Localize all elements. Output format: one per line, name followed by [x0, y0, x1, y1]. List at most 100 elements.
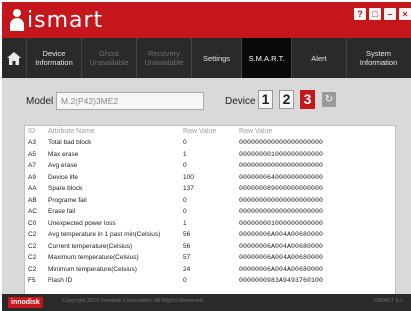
- cell-attribute-name: Unexpected power loss: [48, 219, 116, 227]
- smart-table[interactable]: ID Attribute Name Raw Value Raw Value A3…: [24, 125, 396, 295]
- restore-button[interactable]: □: [369, 8, 381, 20]
- cell-raw-value: 56: [183, 242, 191, 250]
- cell-id: C0: [28, 219, 37, 227]
- cell-raw-value: 1: [183, 150, 187, 158]
- cell-raw-hex: 000000089000000000000: [239, 185, 324, 193]
- cell-attribute-name: Current temperature(Celsius): [48, 242, 133, 250]
- table-header: ID Attribute Name Raw Value Raw Value: [25, 126, 395, 137]
- cell-id: A3: [28, 139, 36, 147]
- col-raw-value-hex: Raw Value: [239, 128, 273, 135]
- cell-raw-hex: 000000000000000000000: [239, 196, 324, 204]
- device-3-button[interactable]: 3: [300, 90, 315, 109]
- cell-id: AA: [28, 185, 37, 193]
- table-row[interactable]: AA Spare block 137 000000089000000000000: [25, 183, 395, 195]
- cell-raw-hex: 000000000000000000000: [239, 139, 324, 147]
- main-nav: Device Information Ghost Unavailable Rec…: [2, 38, 411, 78]
- cell-raw-value: 24: [183, 265, 191, 273]
- cell-id: A5: [28, 150, 36, 158]
- table-row[interactable]: C2 Avg temperature in 1 past min(Celsius)…: [25, 229, 395, 241]
- cell-raw-value: 0: [183, 196, 187, 204]
- cell-raw-hex: 000000000000000000000: [239, 162, 324, 170]
- cell-raw-value: 137: [183, 185, 194, 193]
- table-row[interactable]: AB Programe fail 0 000000000000000000000: [25, 195, 395, 207]
- tab-device-information[interactable]: Device Information: [26, 38, 81, 78]
- cell-id: A7: [28, 162, 36, 170]
- tab-recovery: Recovery Unavailable: [136, 38, 191, 78]
- cell-raw-hex: 000000064000000000000: [239, 173, 324, 181]
- cell-attribute-name: Avg temperature in 1 past min(Celsius): [48, 231, 161, 239]
- cell-raw-value: 1: [183, 219, 187, 227]
- refresh-icon: ↻: [324, 94, 334, 105]
- table-row[interactable]: A7 Avg erase 0 000000000000000000000: [25, 160, 395, 172]
- ismart-window: ismart ? □ – × Device Information Ghost …: [2, 2, 411, 311]
- footer: innodisk Copyright 2015 Innodisk Corpora…: [2, 294, 411, 311]
- minimize-button[interactable]: –: [384, 8, 396, 20]
- tab-alert[interactable]: Alert: [291, 38, 346, 78]
- cell-attribute-name: Minimum temperature(Celsius): [48, 265, 137, 273]
- title-bar: ismart ? □ – ×: [2, 2, 411, 38]
- cell-id: AC: [28, 208, 38, 216]
- home-icon: [7, 51, 21, 65]
- cell-raw-hex: 000000001000000000000: [239, 219, 324, 227]
- cell-raw-value: 57: [183, 254, 191, 262]
- cell-raw-hex: 00000006A004A00680000: [239, 254, 324, 262]
- cell-attribute-name: Spare block: [48, 185, 83, 193]
- copyright: Copyright 2015 Innodisk Corporation. All…: [62, 298, 205, 304]
- cell-attribute-name: Maximum temperature(Celsius): [48, 254, 139, 262]
- cell-id: F5: [28, 277, 36, 285]
- cell-id: C2: [28, 242, 37, 250]
- cell-attribute-name: Device life: [48, 173, 78, 181]
- cell-id: C2: [28, 265, 37, 273]
- device-1-button[interactable]: 1: [258, 90, 273, 109]
- innodisk-logo: innodisk: [8, 297, 43, 308]
- cell-raw-value: 0: [183, 139, 187, 147]
- cell-raw-value: 56: [183, 231, 191, 239]
- cell-raw-hex: 000000001000000000000: [239, 150, 324, 158]
- table-row[interactable]: AC Erase fail 0 000000000000000000000: [25, 206, 395, 218]
- col-attribute-name: Attribute Name: [48, 128, 95, 135]
- model-label: Model: [26, 96, 54, 107]
- device-2-button[interactable]: 2: [279, 90, 294, 109]
- cell-attribute-name: Avg erase: [48, 162, 78, 170]
- cell-id: A9: [28, 173, 36, 181]
- help-button[interactable]: ?: [354, 8, 366, 20]
- cell-attribute-name: Erase fail: [48, 208, 76, 216]
- cell-raw-value: 0: [183, 208, 187, 216]
- cell-raw-hex: 00000006A004A00680000: [239, 231, 324, 239]
- cell-raw-value: 100: [183, 173, 194, 181]
- cell-raw-hex: 00000006A004A00680000: [239, 242, 324, 250]
- tab-system-information[interactable]: System Information: [346, 38, 410, 78]
- tab-ghost: Ghost Unavailable: [81, 38, 136, 78]
- window-controls: ? □ – ×: [354, 8, 411, 20]
- tab-smart[interactable]: S.M.A.R.T.: [241, 38, 291, 78]
- cell-attribute-name: Programe fail: [48, 196, 87, 204]
- table-row[interactable]: A9 Device life 100 000000064000000000000: [25, 172, 395, 184]
- model-field: M.2(P42)3ME2: [56, 92, 204, 110]
- table-row[interactable]: C2 Maximum temperature(Celsius) 57 00000006…: [25, 252, 395, 264]
- col-raw-value: Raw Value: [183, 128, 217, 135]
- cell-raw-value: 0: [183, 277, 187, 285]
- tab-settings[interactable]: Settings: [191, 38, 241, 78]
- cell-raw-value: 0: [183, 162, 187, 170]
- cell-id: C2: [28, 231, 37, 239]
- table-row[interactable]: A5 Max erase 1 000000001000000000000: [25, 149, 395, 161]
- version-label: iSMART 6.x: [373, 298, 403, 304]
- table-row[interactable]: C2 Minimum temperature(Celsius) 24 00000006…: [25, 264, 395, 276]
- cell-raw-hex: 0000000983A9493760100: [239, 277, 324, 285]
- home-button[interactable]: [2, 38, 26, 78]
- cell-id: C2: [28, 254, 37, 262]
- smart-panel: Model M.2(P42)3ME2 Device 1 2 3 ↻ ID Att…: [2, 78, 411, 295]
- col-id: ID: [28, 128, 35, 135]
- cell-id: AB: [28, 196, 37, 204]
- app-logo: ismart: [10, 7, 103, 33]
- table-row[interactable]: C2 Current temperature(Celsius) 56 00000006…: [25, 241, 395, 253]
- cell-attribute-name: Total bad block: [48, 139, 92, 147]
- table-row[interactable]: F5 Flash ID 0 0000000983A9493760100: [25, 275, 395, 287]
- close-button[interactable]: ×: [399, 8, 411, 20]
- cell-raw-hex: 00000006A004A00680000: [239, 265, 324, 273]
- table-row[interactable]: A3 Total bad block 0 000000000000000000000: [25, 137, 395, 149]
- refresh-button[interactable]: ↻: [322, 92, 336, 107]
- device-label: Device: [225, 96, 256, 107]
- table-row[interactable]: C0 Unexpected power loss 1 0000000010000000…: [25, 218, 395, 230]
- cell-attribute-name: Flash ID: [48, 277, 73, 285]
